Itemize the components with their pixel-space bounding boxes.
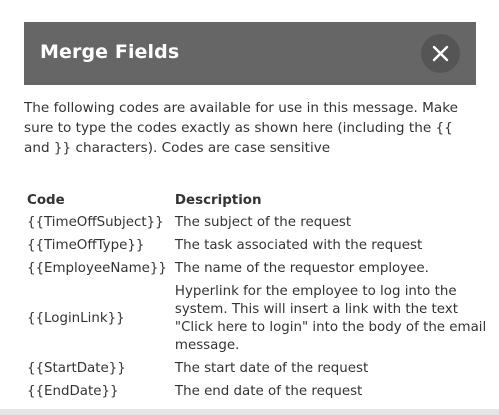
- close-icon: [432, 45, 449, 62]
- intro-text: The following codes are available for us…: [24, 100, 458, 156]
- merge-description: The task associated with the request: [174, 238, 423, 253]
- dialog-title: Merge Fields: [40, 41, 180, 63]
- merge-description: The subject of the request: [174, 215, 352, 230]
- dialog-bottom-edge: [0, 409, 499, 415]
- table-row: {{StartDate}} The start date of the requ…: [24, 358, 498, 381]
- merge-code: {{StartDate}}: [27, 361, 126, 376]
- merge-fields-dialog: Merge Fields The following codes are ava…: [0, 0, 499, 415]
- table-row: {{TimeOffType}} The task associated with…: [24, 235, 498, 258]
- merge-code: {{EmployeeName}}: [27, 261, 167, 276]
- table-row: {{EmployeeName}} The name of the request…: [24, 258, 498, 281]
- merge-code: {{EndDate}}: [27, 384, 119, 399]
- table-row: {{EndDate}} The end date of the request: [24, 381, 498, 404]
- close-button[interactable]: [421, 34, 460, 73]
- dialog-header: Merge Fields: [24, 22, 476, 85]
- merge-code: {{TimeOffType}}: [27, 238, 145, 253]
- table-row: {{LoginLink}} Hyperlink for the employee…: [24, 281, 498, 358]
- table-header-row: Code Description: [24, 190, 498, 212]
- merge-code: {{TimeOffSubject}}: [27, 215, 164, 230]
- merge-fields-table: Code Description {{TimeOffSubject}} The …: [24, 190, 498, 404]
- table-row: {{TimeOffSubject}} The subject of the re…: [24, 212, 498, 235]
- merge-description: Hyperlink for the employee to log into t…: [174, 284, 487, 353]
- merge-description: The end date of the request: [174, 384, 363, 399]
- code-column-header: Code: [27, 193, 65, 208]
- description-column-header: Description: [174, 193, 262, 208]
- dialog-top-margin: [0, 0, 499, 22]
- merge-description: The start date of the request: [174, 361, 369, 376]
- merge-description: The name of the requestor employee.: [174, 261, 429, 276]
- merge-code: {{LoginLink}}: [27, 311, 125, 326]
